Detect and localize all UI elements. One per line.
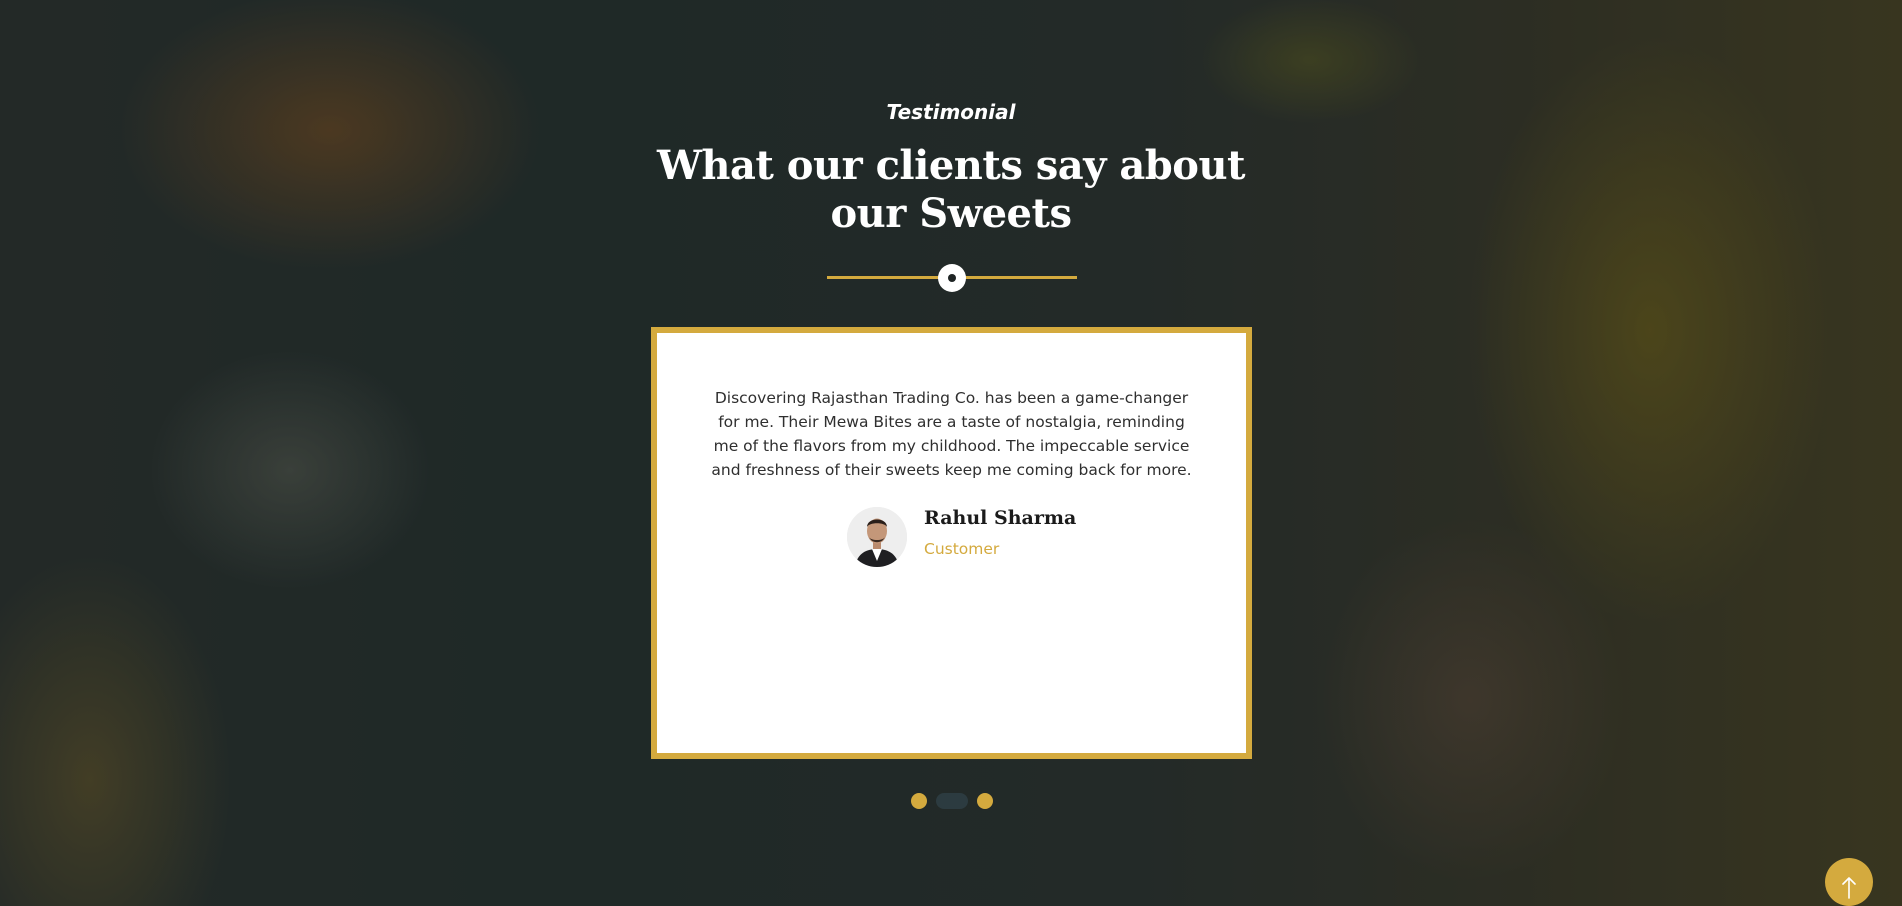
circle-dot-icon xyxy=(938,264,966,292)
carousel-pagination xyxy=(911,793,993,809)
heading-divider xyxy=(827,264,1077,292)
author-avatar xyxy=(847,507,907,567)
carousel-dot-1[interactable] xyxy=(911,793,927,809)
author-role: Customer xyxy=(924,540,1000,558)
author-name: Rahul Sharma xyxy=(924,507,1077,529)
testimonial-quote: Discovering Rajasthan Trading Co. has be… xyxy=(711,389,1192,479)
testimonial-section: Testimonial What our clients say about o… xyxy=(0,0,1902,906)
section-eyebrow: Testimonial xyxy=(886,100,1016,124)
section-heading: What our clients say about our Sweets xyxy=(656,142,1246,237)
arrow-up-icon xyxy=(1842,877,1856,899)
testimonial-card: Discovering Rajasthan Trading Co. has be… xyxy=(651,327,1252,759)
person-icon xyxy=(847,507,907,567)
carousel-dot-3[interactable] xyxy=(977,793,993,809)
testimonial-content: Testimonial What our clients say about o… xyxy=(0,0,1902,906)
carousel-dot-2[interactable] xyxy=(936,793,968,809)
scroll-to-top-button[interactable] xyxy=(1825,858,1873,906)
